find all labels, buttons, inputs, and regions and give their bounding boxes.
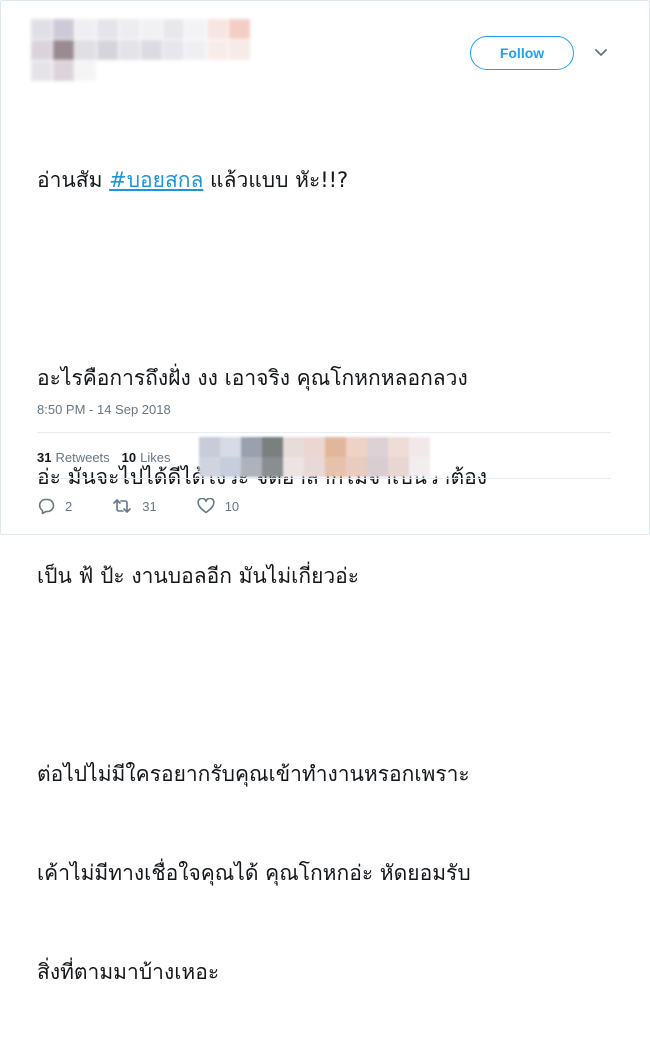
retweets-count: 31	[37, 449, 52, 465]
likes-stat[interactable]: 10 Likes	[122, 450, 171, 465]
retweet-button[interactable]: 31	[112, 498, 157, 514]
reply-count: 2	[65, 498, 73, 514]
likes-count: 10	[121, 449, 137, 465]
tweet-line: ต่อไปไม่มีใครอยากรับคุณเข้าทำงานหรอกเพรา…	[37, 762, 470, 786]
tweet-line: เป็น ฟ้ ป้ะ งานบอลอีก มันไม่เกี่ยวอ่ะ	[37, 564, 360, 588]
follow-button[interactable]: Follow	[470, 36, 574, 70]
divider	[37, 478, 611, 479]
reply-button[interactable]: 2	[37, 498, 72, 514]
retweet-count: 31	[142, 498, 157, 514]
likes-label: Likes	[140, 449, 171, 465]
tweet-timestamp[interactable]: 8:50 PM - 14 Sep 2018	[37, 402, 171, 417]
chevron-down-icon[interactable]	[593, 45, 609, 61]
retweet-icon	[113, 499, 132, 513]
blurred-author-info[interactable]	[31, 19, 250, 81]
reply-icon	[38, 498, 55, 514]
tweet-text-segment: แล้วแบบ หัะ!!?	[203, 168, 349, 192]
like-button[interactable]: 10	[197, 498, 239, 514]
tweet-actions: 2 31 10	[37, 494, 279, 518]
tweet-stats: 31 Retweets 10 Likes	[37, 445, 183, 469]
tweet-line: สิ่งที่ตามมาบ้างเหอะ	[37, 960, 220, 984]
tweet-line: อะไรคือการถึงฝั่ง งง เอาจริง คุณโกหกหลอก…	[37, 366, 468, 390]
retweets-label: Retweets	[55, 449, 110, 465]
tweet-text: อ่านสัม #บอยสกล แล้วแบบ หัะ!!? อะไรคือกา…	[37, 98, 627, 1055]
tweet-line: อ่านสัม #บอยสกล แล้วแบบ หัะ!!?	[37, 164, 627, 197]
heart-icon	[197, 498, 215, 514]
tweet-text-segment: อ่านสัม	[37, 168, 110, 192]
retweets-stat[interactable]: 31 Retweets	[37, 450, 110, 465]
tweet-card: Follow อ่านสัม #บอยสกล แล้วแบบ หัะ!!? อะ…	[0, 0, 650, 984]
divider	[37, 432, 611, 433]
hashtag-link[interactable]: #บอยสกล	[109, 168, 203, 192]
blurred-liker-avatars[interactable]	[199, 437, 451, 477]
like-count: 10	[224, 498, 240, 514]
tweet-line: เค้าไม่มีทางเชื่อใจคุณได้ คุณโกหกอ่ะ หัด…	[37, 861, 471, 885]
